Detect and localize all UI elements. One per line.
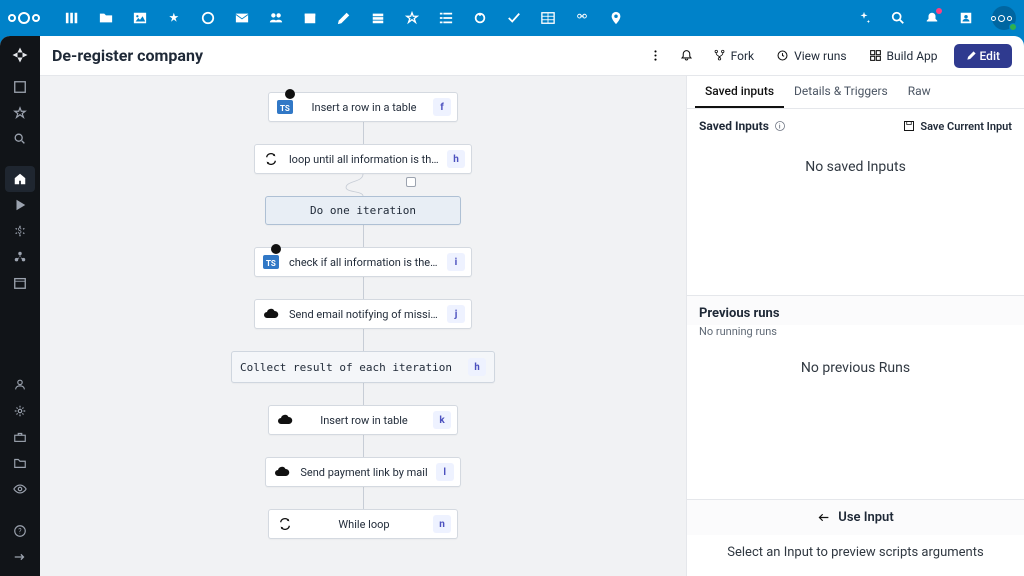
save-current-input-button[interactable]: Save Current Input bbox=[903, 120, 1012, 133]
side-tabs: Saved inputs Details & Triggers Raw bbox=[687, 76, 1024, 109]
rail-view-icon[interactable] bbox=[5, 476, 35, 502]
cloud-icon bbox=[272, 464, 292, 480]
deck-icon[interactable] bbox=[370, 10, 386, 26]
nextcloud-topbar bbox=[0, 0, 1024, 36]
rail-home-icon[interactable] bbox=[5, 166, 35, 192]
notifications-button[interactable] bbox=[676, 45, 697, 66]
rail-toolbox-icon[interactable] bbox=[5, 424, 35, 450]
fork-button[interactable]: Fork bbox=[707, 45, 761, 67]
node-send-email[interactable]: Send email notifying of missing infor...… bbox=[254, 299, 472, 329]
typescript-icon: TS bbox=[275, 99, 295, 115]
workflow-title: De-register company bbox=[52, 46, 635, 65]
rail-collapse-icon[interactable] bbox=[5, 544, 35, 570]
windmill-logo[interactable] bbox=[7, 42, 33, 68]
tab-details[interactable]: Details & Triggers bbox=[784, 76, 898, 108]
use-input-button[interactable]: Use Input bbox=[687, 499, 1024, 535]
loop-icon bbox=[275, 516, 295, 532]
loop-icon bbox=[261, 151, 281, 167]
cloud-icon bbox=[275, 412, 295, 428]
rail-schedules-icon[interactable] bbox=[5, 270, 35, 296]
svg-text:$: $ bbox=[17, 227, 21, 236]
rail-resources-icon[interactable] bbox=[5, 244, 35, 270]
node-while-loop[interactable]: While loop n bbox=[268, 509, 458, 539]
tab-raw[interactable]: Raw bbox=[898, 76, 941, 108]
tab-saved-inputs[interactable]: Saved inputs bbox=[695, 76, 784, 108]
node-do-one-iteration[interactable]: Do one iteration bbox=[265, 196, 461, 225]
notifications-icon[interactable] bbox=[924, 10, 940, 26]
activity-icon[interactable] bbox=[166, 10, 182, 26]
calendar-icon[interactable] bbox=[302, 10, 318, 26]
rail-search-icon[interactable] bbox=[5, 126, 35, 152]
no-running-msg: No running runs bbox=[687, 325, 1024, 344]
left-rail: $ ? bbox=[0, 36, 40, 576]
preview-hint: Select an Input to preview scripts argum… bbox=[687, 535, 1024, 576]
svg-text:i: i bbox=[779, 123, 781, 130]
photos-icon[interactable] bbox=[132, 10, 148, 26]
contacts-icon[interactable] bbox=[268, 10, 284, 26]
no-previous-runs-msg: No previous Runs bbox=[687, 344, 1024, 392]
saved-inputs-label: Saved Inputsi bbox=[699, 119, 786, 133]
typescript-icon: TS bbox=[261, 254, 281, 270]
rail-runs-icon[interactable] bbox=[5, 192, 35, 218]
arrow-left-icon bbox=[817, 511, 830, 524]
more-menu-button[interactable] bbox=[645, 45, 666, 66]
mail-icon[interactable] bbox=[234, 10, 250, 26]
tasks-list-icon[interactable] bbox=[438, 10, 454, 26]
maps-icon[interactable] bbox=[608, 10, 624, 26]
svg-text:TS: TS bbox=[280, 104, 290, 113]
windmill-app-icon[interactable] bbox=[472, 10, 488, 26]
rail-help-icon[interactable]: ? bbox=[5, 518, 35, 544]
node-collect-result[interactable]: Collect result of each iterationh bbox=[231, 351, 495, 383]
svg-text:TS: TS bbox=[266, 259, 276, 268]
cloud-icon bbox=[261, 306, 281, 322]
rail-vars-icon[interactable]: $ bbox=[5, 218, 35, 244]
node-loop[interactable]: loop until all information is there h bbox=[254, 144, 472, 174]
rail-star-icon[interactable] bbox=[5, 100, 35, 126]
featured-icon[interactable] bbox=[404, 10, 420, 26]
info-icon: i bbox=[774, 120, 786, 132]
link-icon[interactable] bbox=[574, 10, 590, 26]
files-icon[interactable] bbox=[98, 10, 114, 26]
svg-text:?: ? bbox=[18, 528, 22, 536]
save-icon bbox=[903, 120, 915, 132]
stop-square-icon bbox=[406, 177, 416, 187]
workflow-header: De-register company Fork View runs Build… bbox=[40, 36, 1024, 76]
search-icon[interactable] bbox=[890, 10, 906, 26]
node-check-info[interactable]: TS check if all information is there i bbox=[254, 247, 472, 277]
build-app-button[interactable]: Build App bbox=[863, 45, 944, 67]
dashboard-icon[interactable] bbox=[64, 10, 80, 26]
check-icon[interactable] bbox=[506, 10, 522, 26]
no-saved-inputs-msg: No saved Inputs bbox=[687, 143, 1024, 191]
previous-runs-label: Previous runs bbox=[687, 295, 1024, 325]
contacts-menu-icon[interactable] bbox=[958, 10, 974, 26]
nextcloud-logo[interactable] bbox=[8, 12, 40, 24]
rail-workspace-icon[interactable] bbox=[5, 74, 35, 100]
edit-button[interactable]: Edit bbox=[954, 44, 1012, 68]
notes-icon[interactable] bbox=[336, 10, 352, 26]
side-panel: Saved inputs Details & Triggers Raw Save… bbox=[686, 76, 1024, 576]
rail-folders-icon[interactable] bbox=[5, 450, 35, 476]
node-insert-row-2[interactable]: Insert row in table k bbox=[268, 405, 458, 435]
node-send-payment[interactable]: Send payment link by mail l bbox=[265, 457, 460, 487]
view-runs-button[interactable]: View runs bbox=[770, 45, 852, 67]
talk-icon[interactable] bbox=[200, 10, 216, 26]
user-avatar[interactable] bbox=[992, 6, 1016, 30]
flow-canvas[interactable]: TS Insert a row in a table f loop until … bbox=[40, 76, 686, 576]
rail-settings-icon[interactable] bbox=[5, 398, 35, 424]
rail-workers-icon[interactable] bbox=[5, 372, 35, 398]
assistant-icon[interactable] bbox=[856, 10, 872, 26]
tables-icon[interactable] bbox=[540, 10, 556, 26]
node-insert-row[interactable]: TS Insert a row in a table f bbox=[268, 92, 458, 122]
